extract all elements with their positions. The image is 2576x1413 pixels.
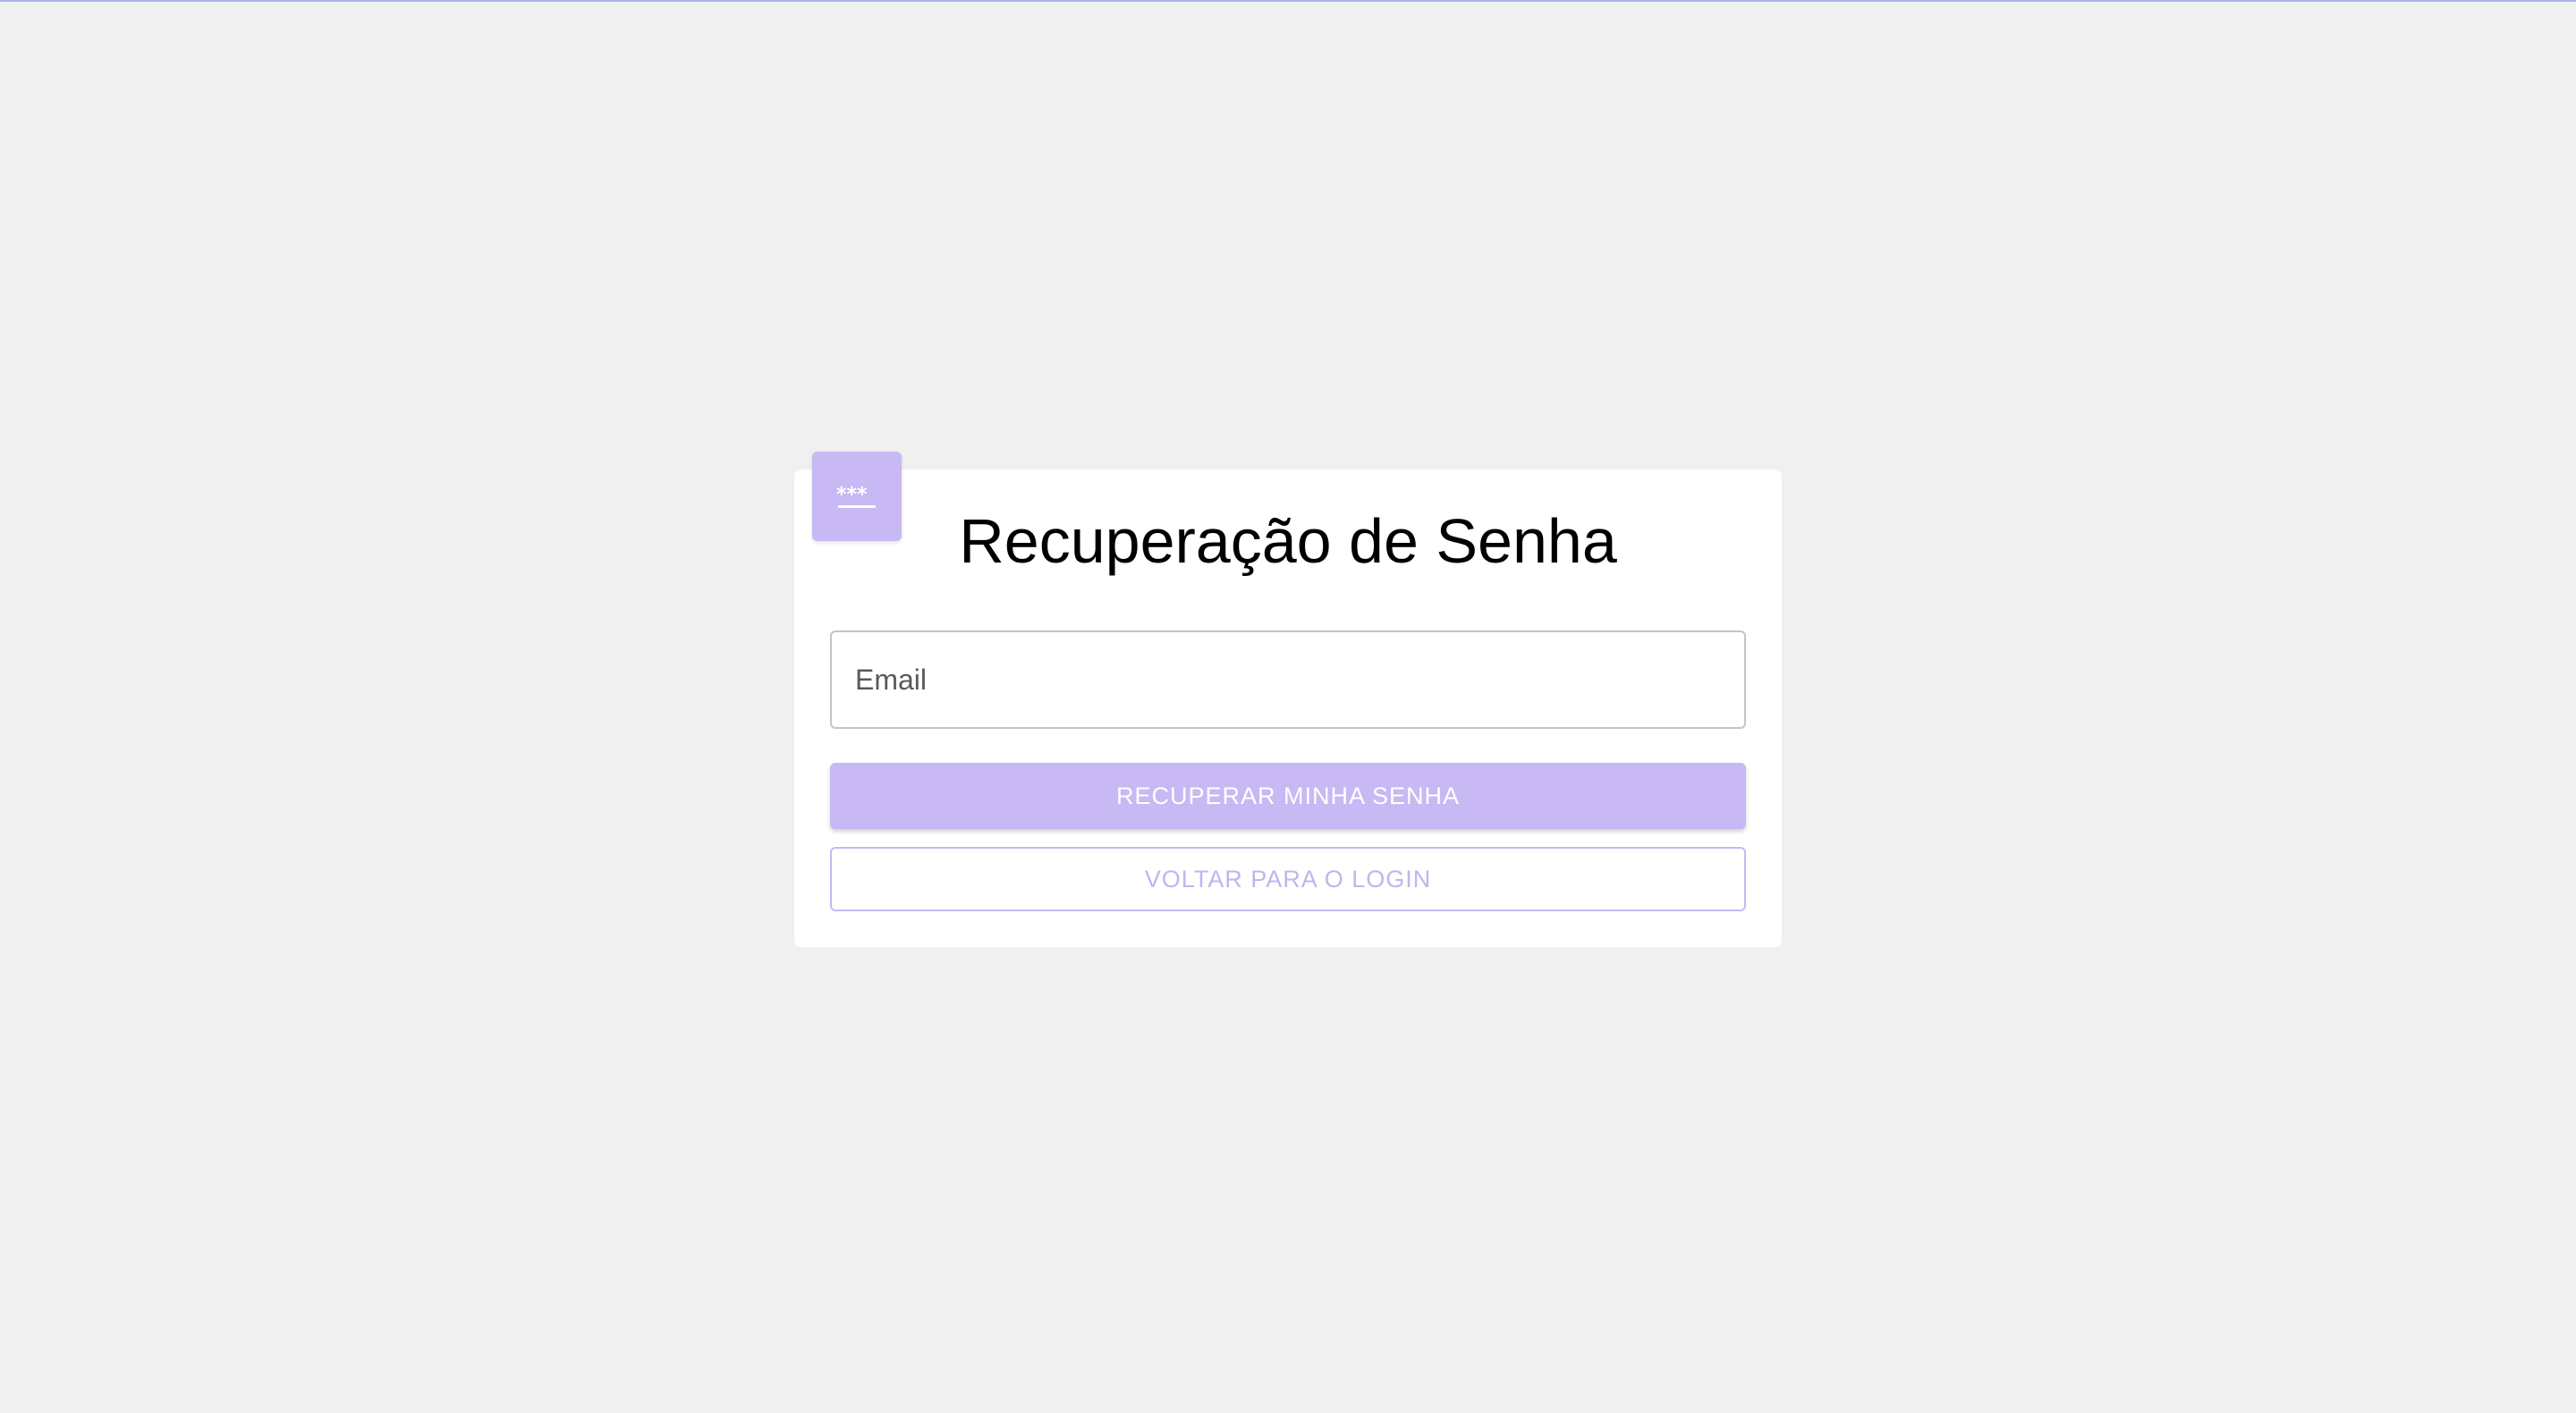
page-title: Recuperação de Senha <box>959 506 1617 576</box>
recover-password-button[interactable]: RECUPERAR MINHA SENHA <box>830 763 1746 829</box>
top-border-line <box>0 0 2576 2</box>
email-field[interactable] <box>832 632 1744 727</box>
email-field-container <box>830 630 1746 729</box>
back-to-login-button[interactable]: VOLTAR PARA O LOGIN <box>830 847 1746 911</box>
